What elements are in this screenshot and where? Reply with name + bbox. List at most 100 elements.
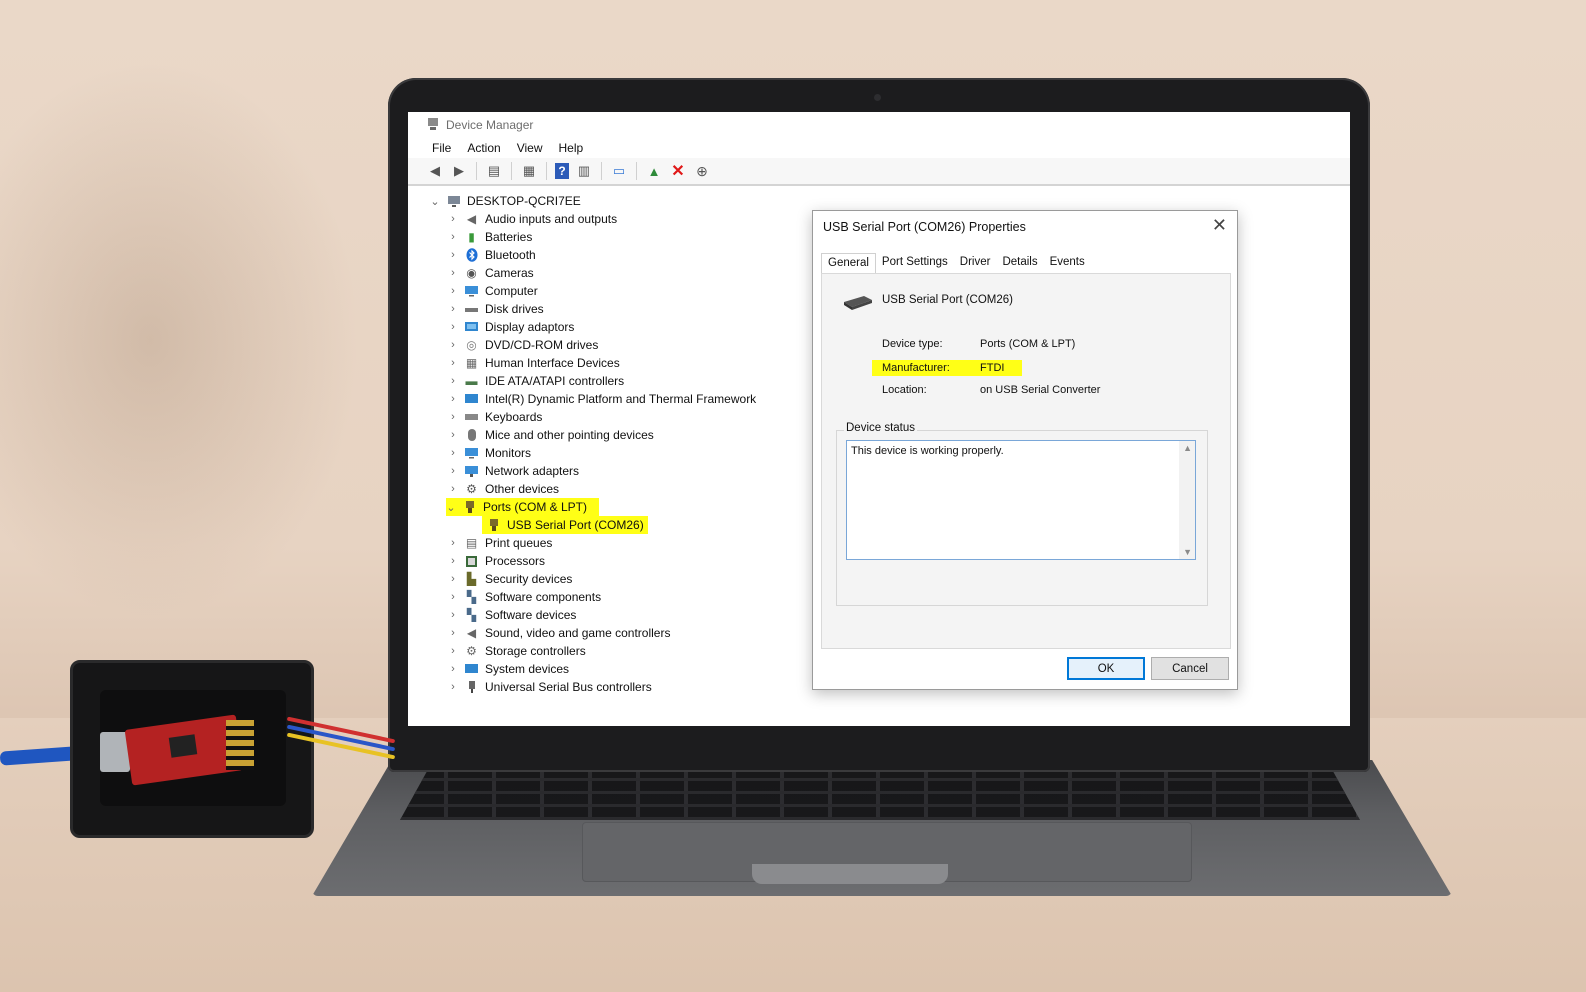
chevron-right-icon[interactable]: › — [448, 267, 458, 279]
action-pane-icon[interactable]: ▥ — [575, 162, 593, 180]
device-status-textbox[interactable]: This device is working properly. ▲ ▼ — [846, 440, 1196, 560]
tree-item-mice[interactable]: › Mice and other pointing devices — [448, 426, 654, 444]
chevron-right-icon[interactable]: › — [448, 537, 458, 549]
tab-driver[interactable]: Driver — [954, 253, 997, 273]
chevron-right-icon[interactable]: › — [448, 213, 458, 225]
tree-item-software-devices[interactable]: › ▚ Software devices — [448, 606, 576, 624]
laptop-keyboard-rows — [400, 768, 1360, 820]
chevron-right-icon[interactable]: › — [448, 411, 458, 423]
menu-file[interactable]: File — [432, 141, 451, 155]
tab-details[interactable]: Details — [996, 253, 1043, 273]
chevron-right-icon[interactable]: › — [448, 375, 458, 387]
tree-item-label: Print queues — [485, 536, 553, 550]
hid-icon: ▦ — [465, 356, 478, 370]
chevron-right-icon[interactable]: › — [448, 465, 458, 477]
device-status-text: This device is working properly. — [851, 445, 1004, 457]
chevron-right-icon[interactable]: › — [448, 285, 458, 297]
tree-item-ports[interactable]: ⌄ Ports (COM & LPT) — [446, 498, 600, 516]
tree-item-sound[interactable]: › ◀ Sound, video and game controllers — [448, 624, 670, 642]
tree-item-system-devices[interactable]: › System devices — [448, 660, 569, 678]
laptop-screen: Device Manager File Action View Help ◀ ▶… — [408, 112, 1350, 726]
tree-root-label: DESKTOP-QCRI7EE — [467, 194, 581, 208]
chevron-right-icon[interactable]: › — [448, 555, 458, 567]
menu-view[interactable]: View — [517, 141, 543, 155]
tree-item-monitors[interactable]: › Monitors — [448, 444, 531, 462]
chevron-right-icon[interactable]: › — [448, 681, 458, 693]
tree-item-other-devices[interactable]: › ⚙ Other devices — [448, 480, 559, 498]
tree-item-usb-serial-port[interactable]: USB Serial Port (COM26) — [482, 516, 648, 534]
disable-device-icon[interactable]: ⊕ — [693, 162, 711, 180]
uninstall-device-icon[interactable]: ✕ — [669, 162, 687, 180]
cancel-button[interactable]: Cancel — [1151, 657, 1229, 680]
chevron-right-icon[interactable]: › — [448, 321, 458, 333]
tree-item-label: Monitors — [485, 446, 532, 460]
tree-item-security-devices[interactable]: › ▙ Security devices — [448, 570, 572, 588]
chevron-right-icon[interactable]: › — [448, 429, 458, 441]
chevron-right-icon[interactable]: › — [448, 609, 458, 621]
chevron-right-icon[interactable]: › — [448, 249, 458, 261]
computer-icon — [446, 194, 461, 208]
scroll-up-icon[interactable]: ▲ — [1183, 443, 1192, 453]
tab-port-settings[interactable]: Port Settings — [876, 253, 954, 273]
menu-action[interactable]: Action — [467, 141, 500, 155]
tree-item-label: Processors — [485, 554, 546, 568]
tree-item-label: Software devices — [485, 608, 577, 622]
menu-help[interactable]: Help — [559, 141, 584, 155]
ftdi-chip — [168, 734, 198, 758]
tree-item-hid[interactable]: › ▦ Human Interface Devices — [448, 354, 620, 372]
tab-general[interactable]: General — [821, 253, 876, 273]
tree-item-disk-drives[interactable]: › Disk drives — [448, 300, 544, 318]
tree-item-batteries[interactable]: › ▮ Batteries — [448, 228, 532, 246]
tree-item-label: Mice and other pointing devices — [485, 428, 654, 442]
chevron-down-icon[interactable]: ⌄ — [430, 195, 440, 208]
tree-item-cameras[interactable]: › ◉ Cameras — [448, 264, 534, 282]
tree-item-audio[interactable]: › ◀ Audio inputs and outputs — [448, 210, 617, 228]
chevron-right-icon[interactable]: › — [448, 627, 458, 639]
chevron-right-icon[interactable]: › — [448, 447, 458, 459]
header-pins — [226, 720, 254, 770]
system-icon — [464, 662, 479, 676]
tree-item-label: Computer — [485, 284, 538, 298]
tree-item-print-queues[interactable]: › ▤ Print queues — [448, 534, 552, 552]
chevron-right-icon[interactable]: › — [448, 231, 458, 243]
tree-item-intel-thermal[interactable]: › Intel(R) Dynamic Platform and Thermal … — [448, 390, 756, 408]
laptop-notch — [752, 864, 948, 884]
tree-item-bluetooth[interactable]: › Bluetooth — [448, 246, 536, 264]
manufacturer-value: FTDI — [980, 362, 1005, 374]
show-hide-console-icon[interactable]: ▤ — [485, 162, 503, 180]
tree-item-storage[interactable]: › ⚙ Storage controllers — [448, 642, 586, 660]
ok-button[interactable]: OK — [1067, 657, 1145, 680]
chevron-right-icon[interactable]: › — [448, 663, 458, 675]
back-arrow-icon[interactable]: ◀ — [426, 162, 444, 180]
tree-root[interactable]: ⌄ DESKTOP-QCRI7EE — [430, 192, 581, 210]
tree-item-computer[interactable]: › Computer — [448, 282, 538, 300]
tree-item-keyboards[interactable]: › Keyboards — [448, 408, 542, 426]
chevron-right-icon[interactable]: › — [448, 645, 458, 657]
close-icon[interactable]: ✕ — [1212, 215, 1227, 236]
chevron-right-icon[interactable]: › — [448, 393, 458, 405]
chevron-right-icon[interactable]: › — [448, 339, 458, 351]
tree-item-usb-controllers[interactable]: › Universal Serial Bus controllers — [448, 678, 652, 696]
chevron-down-icon[interactable]: ⌄ — [446, 501, 456, 514]
tree-item-processors[interactable]: › Processors — [448, 552, 545, 570]
chevron-right-icon[interactable]: › — [448, 303, 458, 315]
tree-item-network[interactable]: › Network adapters — [448, 462, 579, 480]
chevron-right-icon[interactable]: › — [448, 357, 458, 369]
forward-arrow-icon[interactable]: ▶ — [450, 162, 468, 180]
scan-hardware-icon[interactable]: ▭ — [610, 162, 628, 180]
chevron-right-icon[interactable]: › — [448, 573, 458, 585]
tree-item-ide[interactable]: › ▬ IDE ATA/ATAPI controllers — [448, 372, 624, 390]
status-scrollbar[interactable]: ▲ ▼ — [1179, 441, 1195, 559]
chevron-right-icon[interactable]: › — [448, 483, 458, 495]
tree-item-display-adaptors[interactable]: › Display adaptors — [448, 318, 574, 336]
update-driver-icon[interactable]: ▲ — [645, 162, 663, 180]
tab-events[interactable]: Events — [1044, 253, 1091, 273]
tree-item-dvd-drives[interactable]: › ◎ DVD/CD-ROM drives — [448, 336, 598, 354]
scroll-down-icon[interactable]: ▼ — [1183, 547, 1192, 557]
help-icon[interactable]: ? — [555, 163, 569, 179]
tree-item-software-components[interactable]: › ▚ Software components — [448, 588, 601, 606]
toolbar-separator — [546, 162, 547, 180]
software-device-icon: ▚ — [466, 608, 477, 622]
properties-icon[interactable]: ▦ — [520, 162, 538, 180]
chevron-right-icon[interactable]: › — [448, 591, 458, 603]
